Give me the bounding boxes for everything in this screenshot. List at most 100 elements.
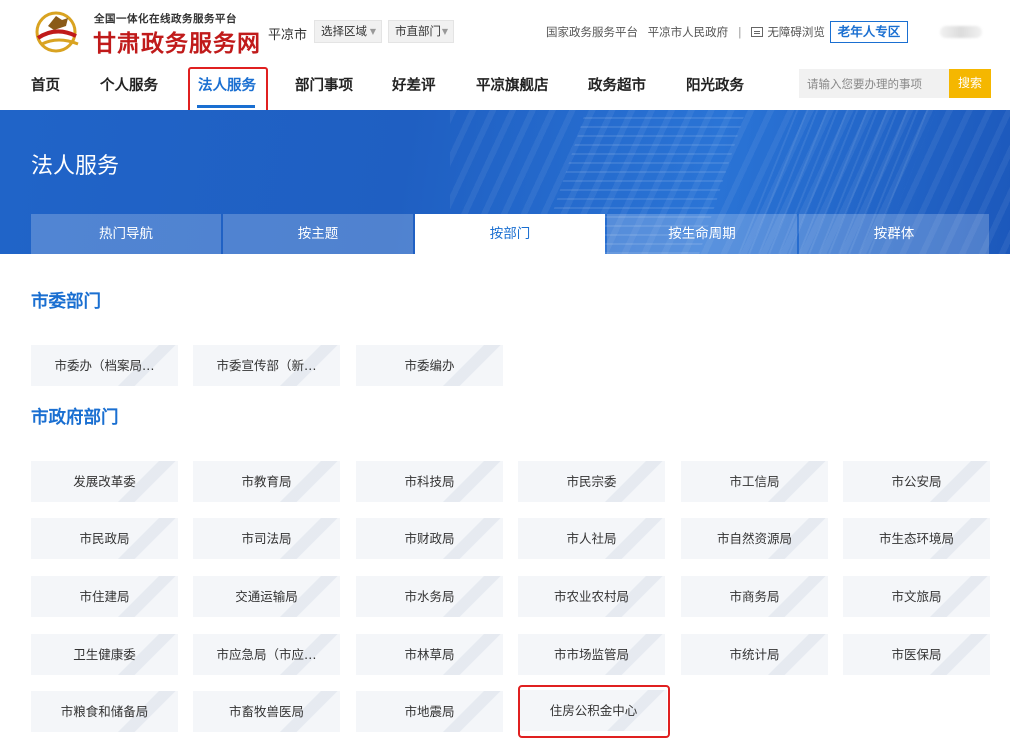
section-title-party-committee: 市委部门 [31, 292, 101, 312]
department-select-label: 市直部门 [395, 24, 441, 38]
nav-department-matters[interactable]: 部门事项 [295, 74, 353, 95]
tab-by-life-cycle[interactable]: 按生命周期 [607, 214, 797, 254]
department-card[interactable]: 市粮食和储备局 [31, 691, 178, 732]
region-select-label: 选择区域 [321, 24, 367, 38]
department-card[interactable]: 市生态环境局 [843, 518, 990, 559]
current-city: 平凉市 [268, 28, 308, 43]
accessibility-icon [751, 27, 764, 37]
department-card-label: 市生态环境局 [878, 531, 954, 546]
department-card-label: 市司法局 [241, 531, 292, 546]
department-card-label: 市水务局 [404, 589, 455, 604]
department-card[interactable]: 市委宣传部（新… [193, 345, 340, 386]
nav-pingliang-flagship[interactable]: 平凉旗舰店 [476, 74, 549, 95]
department-card-housing-fund[interactable]: 住房公积金中心 [520, 690, 667, 731]
department-card-label: 市统计局 [729, 647, 780, 662]
national-platform-link[interactable]: 国家政务服务平台 [546, 25, 638, 39]
department-card[interactable]: 市公安局 [843, 461, 990, 502]
department-card[interactable]: 发展改革委 [31, 461, 178, 502]
department-card-label: 市自然资源局 [716, 531, 792, 546]
department-card[interactable]: 交通运输局 [193, 576, 340, 617]
department-card[interactable]: 市住建局 [31, 576, 178, 617]
department-card[interactable]: 市司法局 [193, 518, 340, 559]
department-card[interactable]: 市自然资源局 [681, 518, 828, 559]
nav-active-indicator [197, 105, 255, 108]
department-card[interactable]: 市民政局 [31, 518, 178, 559]
department-card-label: 住房公积金中心 [549, 703, 638, 718]
caret-down-icon: ▼ [369, 27, 376, 36]
department-card-label: 市人社局 [566, 531, 617, 546]
department-card[interactable]: 市农业农村局 [518, 576, 665, 617]
department-card-label: 市民政局 [79, 531, 130, 546]
top-links: 国家政务服务平台 平凉市人民政府 | 无障碍浏览 [546, 24, 825, 40]
department-card[interactable]: 市地震局 [356, 691, 503, 732]
category-tabs: 热门导航 按主题 按部门 按生命周期 按群体 [31, 214, 991, 254]
department-card[interactable]: 市统计局 [681, 634, 828, 675]
nav-government-supermarket[interactable]: 政务超市 [588, 74, 646, 95]
nav-sunshine-government[interactable]: 阳光政务 [686, 74, 744, 95]
department-card[interactable]: 市财政局 [356, 518, 503, 559]
department-card-label: 市委办（档案局… [54, 358, 155, 373]
department-card-label: 市委编办 [404, 358, 455, 373]
tab-by-group[interactable]: 按群体 [799, 214, 989, 254]
department-card-label: 市林草局 [404, 647, 455, 662]
site-header: 全国一体化在线政务服务平台 甘肃政务服务网 平凉市 选择区域 ▼ 市直部门 ▼ … [0, 0, 1010, 62]
user-info-blurred[interactable] [940, 26, 982, 38]
department-card-label: 市文旅局 [891, 589, 942, 604]
department-card-label: 市委宣传部（新… [216, 358, 317, 373]
department-card-label: 市畜牧兽医局 [228, 704, 304, 719]
nav-personal-services[interactable]: 个人服务 [100, 74, 158, 95]
department-card[interactable]: 市医保局 [843, 634, 990, 675]
department-card[interactable]: 市科技局 [356, 461, 503, 502]
department-card-label: 市应急局（市应… [216, 647, 317, 662]
nav-evaluation[interactable]: 好差评 [392, 74, 436, 95]
department-card-label: 交通运输局 [235, 589, 298, 604]
tab-by-theme[interactable]: 按主题 [223, 214, 413, 254]
department-card[interactable]: 市教育局 [193, 461, 340, 502]
department-card[interactable]: 市商务局 [681, 576, 828, 617]
department-card-label: 市医保局 [891, 647, 942, 662]
nav-legal-person-services[interactable]: 法人服务 [198, 74, 256, 95]
department-card-label: 市教育局 [241, 474, 292, 489]
department-card[interactable]: 市工信局 [681, 461, 828, 502]
department-card-label: 市商务局 [729, 589, 780, 604]
elder-zone-button[interactable]: 老年人专区 [830, 21, 908, 43]
department-card[interactable]: 市水务局 [356, 576, 503, 617]
divider: | [737, 25, 742, 39]
tab-hot-navigation[interactable]: 热门导航 [31, 214, 221, 254]
department-card-label: 市财政局 [404, 531, 455, 546]
accessibility-link[interactable]: 无障碍浏览 [751, 25, 825, 39]
city-government-link[interactable]: 平凉市人民政府 [648, 25, 729, 39]
department-card-label: 市地震局 [404, 704, 455, 719]
site-name[interactable]: 甘肃政务服务网 [93, 24, 261, 58]
region-select[interactable]: 选择区域 ▼ [314, 20, 382, 43]
department-card[interactable]: 市林草局 [356, 634, 503, 675]
nav-home[interactable]: 首页 [31, 74, 60, 95]
department-card-label: 卫生健康委 [73, 647, 136, 662]
department-card[interactable]: 市民宗委 [518, 461, 665, 502]
department-card[interactable]: 市委编办 [356, 345, 503, 386]
department-card[interactable]: 市市场监管局 [518, 634, 665, 675]
department-card[interactable]: 市文旅局 [843, 576, 990, 617]
department-card-label: 市工信局 [729, 474, 780, 489]
department-card-label: 市粮食和储备局 [60, 704, 149, 719]
tab-by-department[interactable]: 按部门 [415, 214, 605, 254]
department-card-label: 发展改革委 [73, 474, 136, 489]
department-card-label: 市公安局 [891, 474, 942, 489]
department-card[interactable]: 市畜牧兽医局 [193, 691, 340, 732]
caret-down-icon: ▼ [441, 27, 448, 36]
department-card[interactable]: 市应急局（市应… [193, 634, 340, 675]
search-button[interactable]: 搜索 [949, 69, 991, 98]
department-card[interactable]: 卫生健康委 [31, 634, 178, 675]
gansu-logo-icon[interactable] [32, 8, 88, 54]
accessibility-label: 无障碍浏览 [767, 25, 825, 39]
department-select[interactable]: 市直部门 ▼ [388, 20, 454, 43]
department-card[interactable]: 市委办（档案局… [31, 345, 178, 386]
department-card-label: 市科技局 [404, 474, 455, 489]
search-input[interactable] [799, 69, 949, 98]
page-title: 法人服务 [31, 154, 120, 179]
section-title-government: 市政府部门 [31, 408, 119, 428]
department-card-label: 市住建局 [79, 589, 130, 604]
department-card-label: 市民宗委 [566, 474, 617, 489]
department-card-label: 市市场监管局 [553, 647, 629, 662]
department-card[interactable]: 市人社局 [518, 518, 665, 559]
